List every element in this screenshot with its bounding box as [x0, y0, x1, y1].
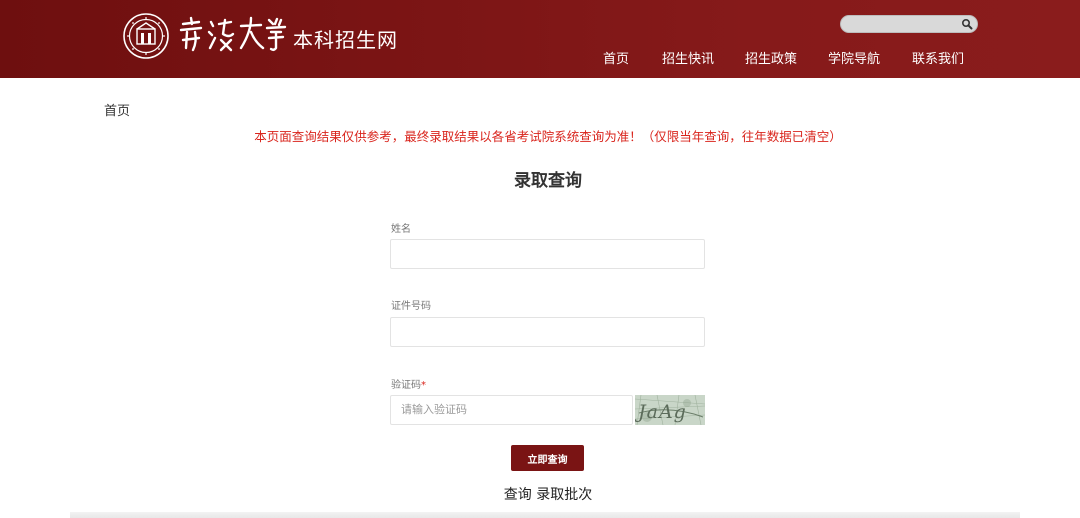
- captcha-text: JaAg: [635, 401, 687, 423]
- breadcrumb-home[interactable]: 首页: [104, 100, 130, 119]
- nav-item-admission-news[interactable]: 招生快讯: [662, 48, 714, 67]
- nav-item-admission-policy[interactable]: 招生政策: [745, 48, 797, 67]
- captcha-label-text: 验证码: [391, 380, 421, 391]
- captcha-label: 验证码*: [391, 376, 426, 391]
- nav-item-college-nav[interactable]: 学院导航: [828, 48, 880, 67]
- nav-item-contact-us[interactable]: 联系我们: [912, 48, 964, 67]
- query-admission-batch-link[interactable]: 查询 录取批次: [0, 484, 1080, 504]
- search-input[interactable]: [849, 17, 959, 31]
- notice-text: 本页面查询结果仅供参考，最终录取结果以各省考试院系统查询为准！（仅限当年查询，往…: [254, 129, 842, 144]
- search-icon[interactable]: [960, 17, 974, 31]
- site-name: 本科招生网: [293, 28, 398, 52]
- name-label: 姓名: [391, 224, 411, 235]
- captcha-input[interactable]: [390, 395, 633, 425]
- name-input[interactable]: [390, 239, 705, 269]
- search-box[interactable]: [840, 15, 978, 33]
- nav-item-home[interactable]: 首页: [603, 48, 629, 67]
- page-divider: [70, 512, 1020, 518]
- id-number-label: 证件号码: [391, 301, 431, 312]
- required-mark: *: [421, 380, 426, 391]
- page-title: 录取查询: [514, 171, 582, 191]
- id-number-input[interactable]: [390, 317, 705, 347]
- site-header: 本科招生网 首页 招生快讯 招生政策 学院导航 联系我们: [0, 0, 1080, 78]
- captcha-image[interactable]: JaAg: [635, 395, 705, 425]
- university-emblem-icon[interactable]: [123, 13, 169, 59]
- submit-query-button[interactable]: 立即查询: [511, 445, 584, 471]
- university-name-calligraphy[interactable]: [177, 14, 287, 56]
